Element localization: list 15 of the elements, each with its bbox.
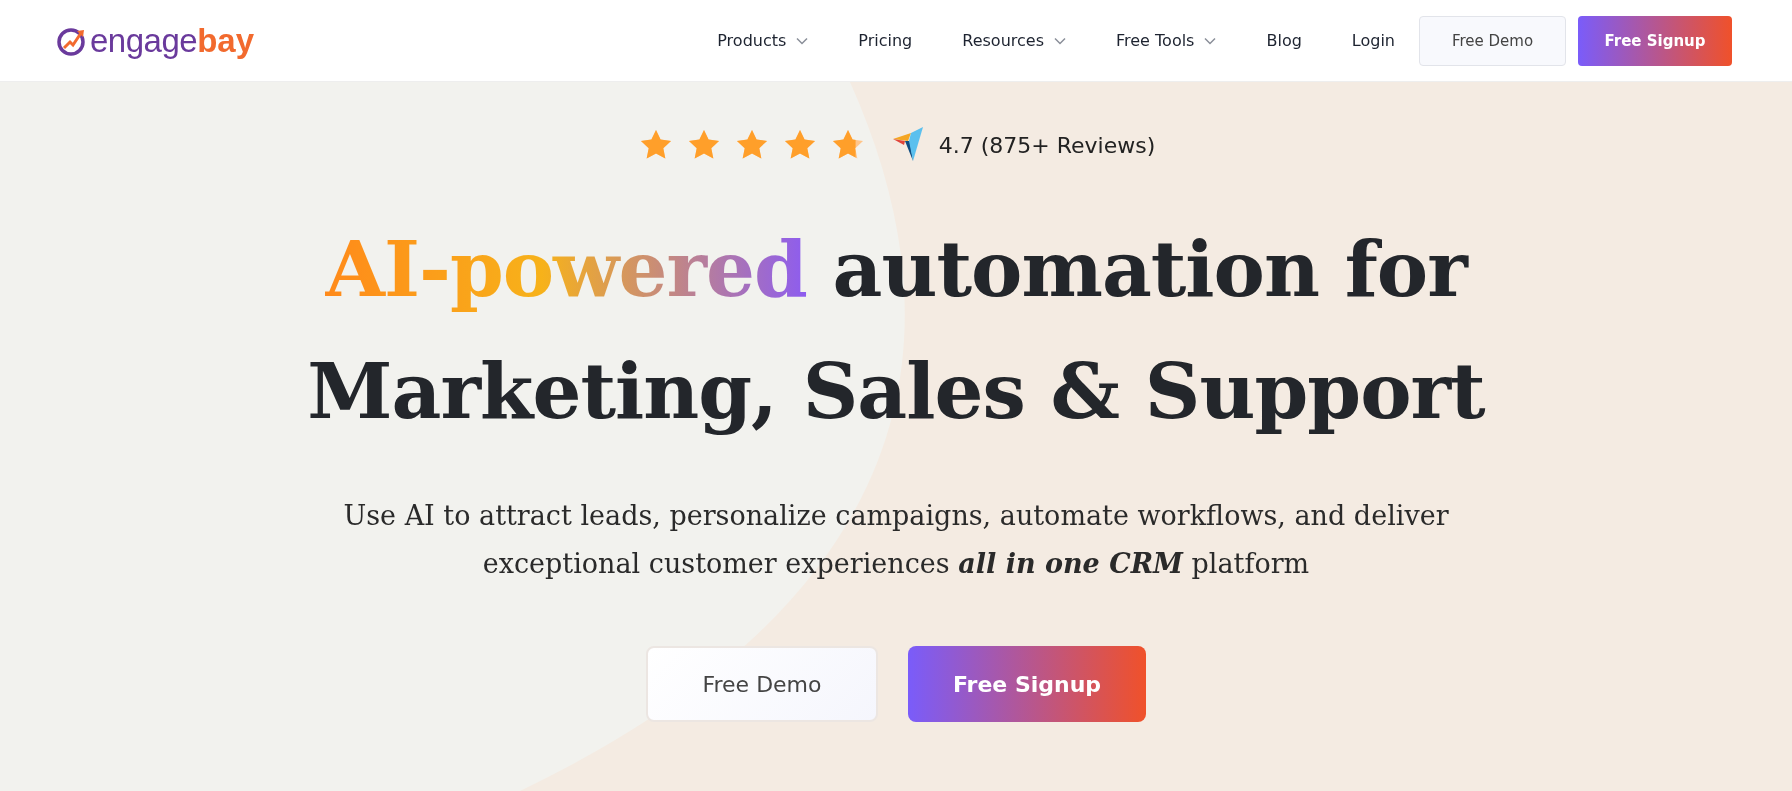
logo-text: bay <box>197 21 254 60</box>
rating-text: 4.7 (875+ Reviews) <box>938 132 1156 158</box>
nav-link[interactable]: Free Tools <box>1116 31 1217 50</box>
demo-button[interactable]: Free Demo <box>646 646 878 722</box>
nav-link[interactable]: Products <box>717 31 809 50</box>
nav-link[interactable]: Resources <box>962 31 1066 50</box>
headline: AI-powered automation for Marketing, Sales & Support <box>306 223 1486 438</box>
signup-button[interactable]: Free Signup <box>1578 15 1732 66</box>
nav-link[interactable]: Login <box>1351 31 1395 50</box>
nav-link[interactable]: Blog <box>1266 31 1302 50</box>
logo-text: engage <box>90 21 198 60</box>
signup-button[interactable]: Free Signup <box>908 646 1146 722</box>
demo-button[interactable]: Free Demo <box>1419 15 1566 66</box>
subtitle: Use AI to attract leads, personalize campaigns, automate workflows, and deliver exceptional customer experiences all in one CRM platform <box>342 499 1450 581</box>
nav-link[interactable]: Pricing <box>858 31 913 50</box>
